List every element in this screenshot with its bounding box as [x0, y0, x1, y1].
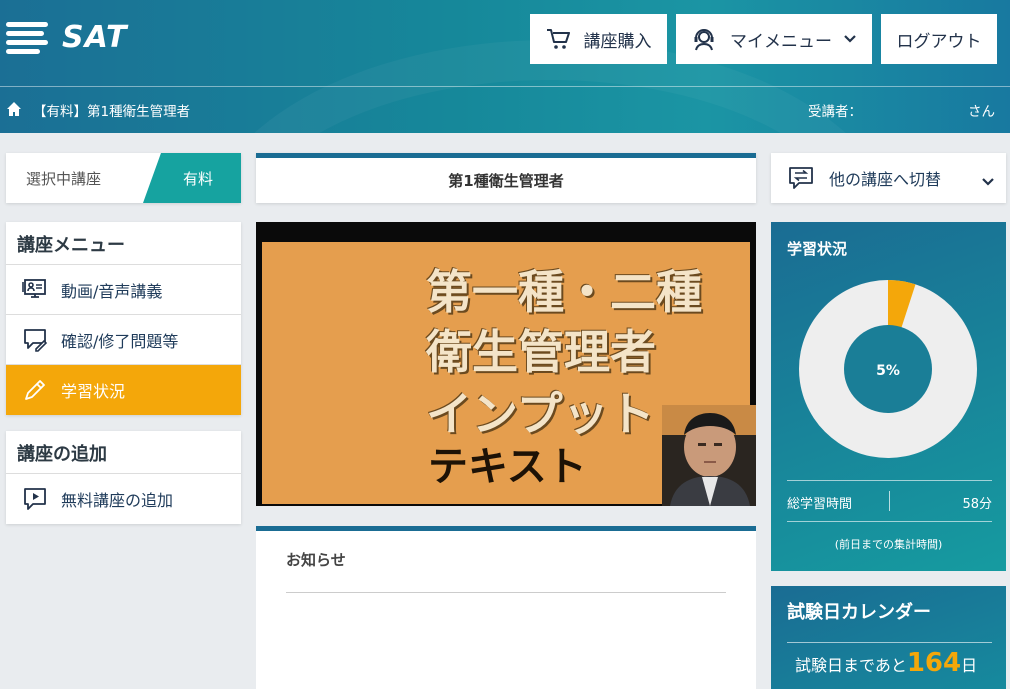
- total-study-time-label: 総学習時間: [787, 497, 853, 512]
- logout-button[interactable]: ログアウト: [881, 14, 997, 64]
- progress-percent-label: 5%: [876, 363, 900, 379]
- my-menu-label: マイメニュー: [730, 31, 832, 52]
- days-suffix: 日: [961, 656, 978, 675]
- presenter-image: [662, 405, 756, 506]
- menu-logo-icon[interactable]: [6, 20, 48, 56]
- aggregation-note: (前日までの集計時間): [834, 538, 943, 551]
- breadcrumb: 【有料】第1種衛生管理者: [33, 104, 191, 120]
- total-study-time-row: 総学習時間 58分: [787, 480, 992, 522]
- top-header: SAT 講座購入 マイメニュー ログアウト 【有料】第1種衛生管理者 受講者： …: [0, 0, 1010, 133]
- slide-line-2: 衛生管理者: [426, 325, 656, 379]
- logo-text[interactable]: SAT: [62, 20, 127, 55]
- switch-chat-icon: [787, 165, 815, 191]
- days-count: 164: [906, 648, 962, 678]
- chevron-down-icon: [844, 35, 856, 43]
- play-chat-icon: [21, 485, 49, 513]
- learning-progress-card: 学習状況 5% 総学習時間 58分 (前日までの集計時間): [771, 222, 1006, 571]
- video-lecture-icon: [21, 276, 49, 304]
- home-icon[interactable]: [6, 101, 22, 121]
- pencil-icon: [21, 376, 49, 404]
- course-title: 第1種衛生管理者: [256, 153, 756, 203]
- progress-title: 学習状況: [787, 240, 848, 258]
- menu-item-label: 動画/音声講義: [61, 281, 163, 301]
- purchase-course-button[interactable]: 講座購入: [530, 14, 667, 64]
- paid-badge: 有料: [143, 153, 241, 203]
- slide-line-1: 第一種・二種: [426, 265, 702, 319]
- add-course-menu: 講座の追加 無料講座の追加: [6, 431, 241, 524]
- quiz-icon: [21, 326, 49, 354]
- menu-item-learning-status[interactable]: 学習状況: [6, 365, 241, 415]
- days-prefix: 試験日まであと: [795, 656, 907, 675]
- switch-course-label: 他の講座へ切替: [829, 170, 942, 189]
- headset-user-icon: [692, 27, 716, 51]
- student-suffix: さん: [968, 104, 995, 120]
- menu-item-label: 学習状況: [61, 382, 126, 401]
- menu-item-quiz[interactable]: 確認/修了問題等: [6, 315, 241, 365]
- slide-line-4: テキスト: [428, 444, 587, 490]
- total-study-time-value: 58分: [962, 497, 992, 512]
- video-player[interactable]: 第一種・二種 衛生管理者 インプット テキスト: [256, 222, 756, 506]
- notice-divider: [286, 592, 726, 593]
- menu-item-add-free-course[interactable]: 無料講座の追加: [6, 474, 241, 524]
- course-menu-title: 講座メニュー: [6, 222, 241, 265]
- selected-course-label: 選択中講座: [26, 170, 102, 188]
- logout-label: ログアウト: [896, 31, 982, 52]
- header-divider: [0, 86, 1010, 87]
- chevron-down-icon: [982, 171, 994, 190]
- notice-panel: お知らせ: [256, 526, 756, 689]
- menu-item-label: 無料講座の追加: [61, 491, 174, 510]
- days-until-exam: 試験日まであと164日: [795, 648, 977, 678]
- menu-item-label: 確認/修了問題等: [61, 331, 179, 351]
- cart-icon: [546, 28, 570, 50]
- student-label: 受講者：: [808, 104, 862, 120]
- notice-title: お知らせ: [286, 551, 346, 569]
- switch-course-button[interactable]: 他の講座へ切替: [771, 153, 1006, 203]
- purchase-course-label: 講座購入: [583, 31, 652, 52]
- my-menu-button[interactable]: マイメニュー: [676, 14, 872, 64]
- exam-calendar-card: 試験日カレンダー 試験日まであと164日: [771, 586, 1006, 689]
- add-course-title: 講座の追加: [6, 431, 241, 474]
- menu-item-video-lecture[interactable]: 動画/音声講義: [6, 265, 241, 315]
- selected-course-panel: 選択中講座 有料: [6, 153, 241, 203]
- course-menu: 講座メニュー 動画/音声講義 確認/修了問題等 学習状況: [6, 222, 241, 415]
- exam-calendar-title: 試験日カレンダー: [787, 602, 931, 623]
- progress-donut-chart: 5%: [799, 280, 977, 458]
